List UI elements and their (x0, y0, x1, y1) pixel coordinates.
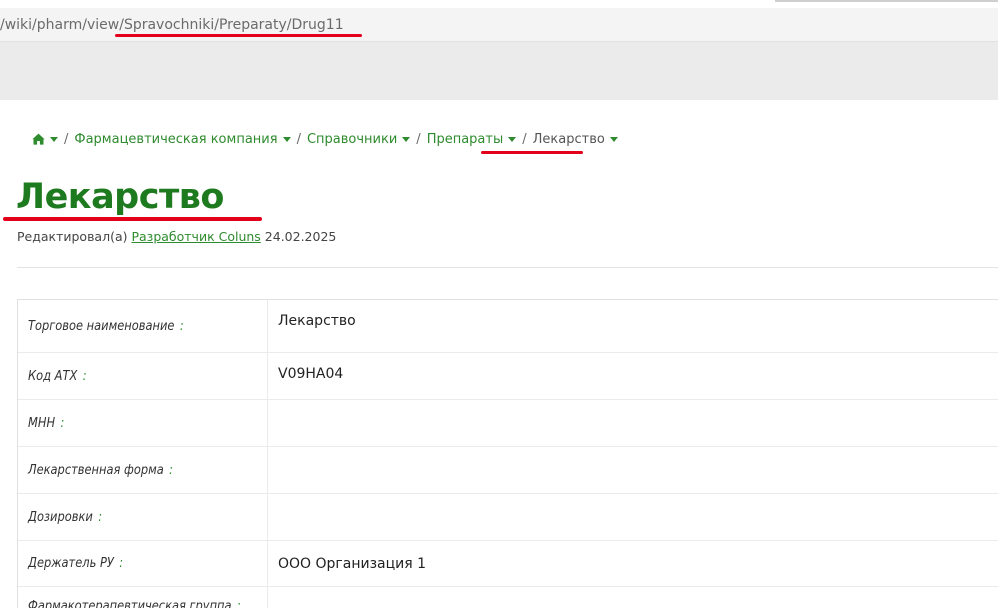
chevron-down-icon[interactable] (402, 136, 411, 142)
property-value: ООО Организация 1 (278, 555, 427, 572)
edited-date: 24.02.2025 (264, 229, 337, 244)
url-prefix: /wiki/pharm/view/ (0, 17, 124, 33)
annotation-underline (115, 34, 362, 37)
breadcrumb-label: Лекарство (532, 131, 605, 147)
chevron-down-icon[interactable] (609, 136, 618, 142)
edit-info: Редактировал(а) Разработчик Coluns 24.02… (17, 228, 336, 246)
breadcrumb-separator: / (64, 131, 69, 147)
table-row: Код АТХ : V09HA04 (18, 353, 998, 400)
chevron-down-icon[interactable] (508, 136, 517, 142)
browser-top-bar (0, 0, 998, 8)
breadcrumb-label: Препараты (426, 131, 504, 147)
property-label: Держатель РУ : (18, 541, 268, 586)
annotation-underline (3, 217, 262, 221)
url-path: Spravochniki/Preparaty/Drug11 (123, 17, 344, 33)
property-value (268, 494, 998, 540)
page-toolbar-strip (0, 42, 998, 100)
property-value: V09HA04 (278, 366, 344, 382)
table-row: Фармакотерапевтическая группа : (18, 587, 998, 608)
edited-prefix: Редактировал(а) (17, 229, 128, 244)
table-row: Держатель РУ : ООО Организация 1 (18, 541, 998, 587)
property-label: Код АТХ : (18, 353, 268, 399)
property-value (268, 587, 998, 608)
breadcrumb-item-company[interactable]: Фармацевтическая компания (74, 131, 291, 147)
property-label: Торговое наименование : (18, 300, 268, 352)
breadcrumb-separator: / (416, 131, 421, 147)
breadcrumb-separator: / (522, 131, 527, 147)
property-label: Дозировки : (18, 494, 268, 540)
breadcrumb-item-current[interactable]: Лекарство (533, 132, 618, 147)
address-bar-url[interactable]: /wiki/pharm/view/Spravochniki/Preparaty/… (0, 15, 344, 35)
chevron-down-icon[interactable] (282, 136, 291, 142)
property-label: Лекарственная форма : (18, 447, 268, 493)
breadcrumb-home[interactable] (32, 133, 58, 145)
breadcrumb-label: Фармацевтическая компания (74, 131, 278, 147)
property-value: Лекарство (278, 313, 356, 329)
table-row: МНН : (18, 400, 998, 447)
divider (17, 267, 998, 268)
breadcrumb-item-drugs[interactable]: Препараты (427, 132, 517, 147)
breadcrumb-label: Справочники (306, 131, 398, 147)
home-icon (32, 133, 45, 145)
property-value (268, 447, 998, 493)
breadcrumb: / Фармацевтическая компания / Справочник… (32, 130, 618, 148)
page-title: Лекарство (16, 177, 224, 217)
property-value (268, 400, 998, 446)
annotation-underline (481, 151, 583, 154)
breadcrumb-separator: / (296, 131, 301, 147)
browser-tab-edge[interactable] (775, 0, 998, 2)
table-row: Торговое наименование : Лекарство (18, 300, 998, 353)
breadcrumb-item-references[interactable]: Справочники (306, 131, 411, 147)
chevron-down-icon[interactable] (50, 136, 58, 142)
table-row: Лекарственная форма : (18, 447, 998, 494)
property-label: МНН : (18, 400, 268, 446)
properties-table: Торговое наименование : Лекарство Код АТ… (17, 299, 998, 608)
property-label: Фармакотерапевтическая группа : (18, 587, 268, 608)
table-row: Дозировки : (18, 494, 998, 541)
author-link[interactable]: Разработчик Coluns (131, 229, 260, 244)
